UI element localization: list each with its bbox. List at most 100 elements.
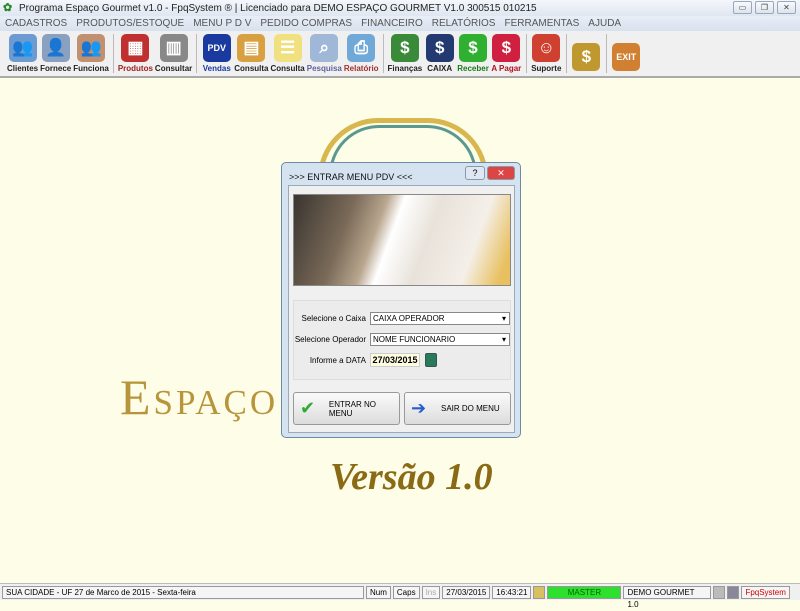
menu-bar: CADASTROS PRODUTOS/ESTOQUE MENU P D V PEDID… bbox=[0, 16, 800, 31]
enter-pdv-dialog: >>> ENTRAR MENU PDV <<< ? ✕ Selecione o … bbox=[281, 162, 521, 438]
toolbar-button-consulta[interactable]: ▤ Consulta bbox=[233, 31, 269, 76]
status-bar: SUA CIDADE - UF 27 de Marco de 2015 - Se… bbox=[0, 583, 800, 609]
toolbar-button-a-pagar[interactable]: $ A Pagar bbox=[490, 31, 523, 76]
exit-menu-label: SAIR DO MENU bbox=[441, 404, 500, 413]
toolbar-separator bbox=[525, 34, 527, 73]
checkmark-icon: ✔ bbox=[300, 398, 316, 418]
toolbar-button-suporte[interactable]: ☺ Suporte bbox=[530, 31, 563, 76]
window-title: Programa Espaço Gourmet v1.0 - FpqSystem… bbox=[19, 2, 537, 14]
caixa-icon: $ bbox=[425, 34, 454, 62]
menu-ajuda[interactable]: AJUDA bbox=[588, 18, 621, 29]
toolbar-label: A Pagar bbox=[491, 64, 522, 73]
toolbar-label: Fornece bbox=[40, 64, 72, 73]
status-caps: Caps bbox=[392, 585, 420, 599]
toolbar-button-funciona[interactable]: 👥 Funciona bbox=[72, 31, 110, 76]
arrow-right-icon: ➔ bbox=[411, 398, 427, 418]
toolbar-button-clientes[interactable]: 👥 Clientes bbox=[6, 31, 39, 76]
clientes-icon: 👥 bbox=[8, 34, 37, 62]
enter-menu-button[interactable]: ✔ ENTRAR NO MENU bbox=[293, 392, 400, 425]
consulta-icon: ▤ bbox=[237, 34, 266, 62]
toolbar-label: Relatório bbox=[343, 64, 379, 73]
toolbar-button-finan-as[interactable]: $ Finanças bbox=[387, 31, 424, 76]
item-icon: $ bbox=[572, 43, 601, 71]
toolbar-button-relat-rio[interactable]: ⎙ Relatório bbox=[343, 31, 380, 76]
funciona-icon: 👥 bbox=[77, 34, 106, 62]
toolbar-button-receber[interactable]: $ Receber bbox=[456, 31, 490, 76]
consulta-icon: ☰ bbox=[273, 34, 302, 62]
date-input[interactable]: 27/03/2015 bbox=[370, 353, 420, 367]
logo-version: Versão 1.0 bbox=[330, 456, 493, 498]
operador-select[interactable]: NOME FUNCIONARIO bbox=[370, 333, 510, 346]
toolbar-label: Consulta bbox=[270, 64, 305, 73]
form-panel: Selecione o Caixa CAIXA OPERADOR Selecion… bbox=[293, 300, 511, 380]
toolbar-label: Clientes bbox=[7, 64, 39, 73]
enter-menu-label: ENTRAR NO MENU bbox=[328, 399, 376, 418]
status-num: Num bbox=[366, 585, 391, 599]
toolbar-button-item-22[interactable]: EXIT bbox=[610, 31, 643, 76]
toolbar-label: Consulta bbox=[234, 64, 269, 73]
status-ins: Ins bbox=[421, 585, 441, 599]
toolbar-button-item-20[interactable]: $ bbox=[570, 31, 603, 76]
help-button[interactable]: ? bbox=[465, 166, 485, 180]
toolbar-separator bbox=[605, 34, 607, 73]
user-icon bbox=[533, 585, 546, 599]
toolbar-label: Vendas bbox=[202, 64, 231, 73]
toolbar-separator bbox=[196, 34, 198, 73]
network-icon bbox=[727, 585, 740, 599]
menu-produtos-estoque[interactable]: PRODUTOS/ESTOQUE bbox=[76, 18, 184, 29]
caixa-label: Selecione o Caixa bbox=[301, 314, 366, 323]
menu-menu-p-d-v[interactable]: MENU P D V bbox=[193, 18, 251, 29]
finan-as-icon: $ bbox=[390, 34, 419, 62]
toolbar-label: Consultar bbox=[154, 64, 193, 73]
toolbar: 👥 Clientes 👤 Fornece 👥 Funciona ▦ Produtos ▥ Cons… bbox=[0, 31, 800, 78]
toolbar-label: Suporte bbox=[531, 64, 562, 73]
menu-ferramentas[interactable]: FERRAMENTAS bbox=[504, 18, 579, 29]
pesquisa-icon: ⌕ bbox=[310, 34, 339, 62]
relat-rio-icon: ⎙ bbox=[347, 34, 376, 62]
status-date: 27/03/2015 bbox=[442, 585, 491, 599]
toolbar-button-consultar[interactable]: ▥ Consultar bbox=[154, 31, 193, 76]
toolbar-label: Receber bbox=[457, 64, 489, 73]
status-company: DEMO GOURMET 1.0 bbox=[623, 585, 712, 609]
printer-icon[interactable] bbox=[713, 585, 726, 599]
fornece-icon: 👤 bbox=[41, 34, 70, 62]
keyboard-photo bbox=[293, 194, 511, 286]
toolbar-label: CAIXA bbox=[427, 64, 453, 73]
toolbar-label: Pesquisa bbox=[306, 64, 342, 73]
produtos-icon: ▦ bbox=[121, 34, 150, 62]
status-location: SUA CIDADE - UF 27 de Marco de 2015 - Se… bbox=[2, 585, 364, 599]
close-button[interactable]: ✕ bbox=[777, 1, 796, 14]
calendar-icon[interactable] bbox=[425, 353, 437, 367]
menu-cadastros[interactable]: CADASTROS bbox=[5, 18, 67, 29]
toolbar-button-produtos[interactable]: ▦ Produtos bbox=[117, 31, 154, 76]
consultar-icon: ▥ bbox=[159, 34, 188, 62]
toolbar-label: Finanças bbox=[387, 64, 423, 73]
menu-financeiro[interactable]: FINANCEIRO bbox=[361, 18, 423, 29]
status-brand: FpqSystem bbox=[741, 585, 790, 599]
toolbar-separator bbox=[112, 34, 114, 73]
toolbar-button-pesquisa[interactable]: ⌕ Pesquisa bbox=[306, 31, 343, 76]
minimize-button[interactable]: ▭ bbox=[733, 1, 752, 14]
receber-icon: $ bbox=[459, 34, 488, 62]
toolbar-button-consulta[interactable]: ☰ Consulta bbox=[270, 31, 306, 76]
restore-button[interactable]: ❐ bbox=[755, 1, 774, 14]
suporte-icon: ☺ bbox=[532, 34, 561, 62]
title-bar: ✿ Programa Espaço Gourmet v1.0 - FpqSyst… bbox=[0, 0, 800, 16]
caixa-select[interactable]: CAIXA OPERADOR bbox=[370, 312, 510, 325]
toolbar-button-vendas[interactable]: PDV Vendas bbox=[200, 31, 233, 76]
toolbar-label: Produtos bbox=[117, 64, 153, 73]
toolbar-button-caixa[interactable]: $ CAIXA bbox=[423, 31, 456, 76]
vendas-icon: PDV bbox=[202, 34, 231, 62]
item-icon: EXIT bbox=[612, 43, 641, 71]
app-icon: ✿ bbox=[3, 2, 13, 14]
exit-menu-button[interactable]: ➔ SAIR DO MENU bbox=[404, 392, 511, 425]
a-pagar-icon: $ bbox=[492, 34, 521, 62]
menu-pedido-compras[interactable]: PEDIDO COMPRAS bbox=[260, 18, 352, 29]
toolbar-separator bbox=[382, 34, 384, 73]
status-user: MASTER bbox=[547, 585, 622, 599]
status-time: 16:43:21 bbox=[492, 585, 532, 599]
dialog-close-button[interactable]: ✕ bbox=[487, 166, 515, 180]
toolbar-button-fornece[interactable]: 👤 Fornece bbox=[39, 31, 72, 76]
toolbar-separator bbox=[565, 34, 567, 73]
menu-relat-rios[interactable]: RELATÓRIOS bbox=[432, 18, 496, 29]
